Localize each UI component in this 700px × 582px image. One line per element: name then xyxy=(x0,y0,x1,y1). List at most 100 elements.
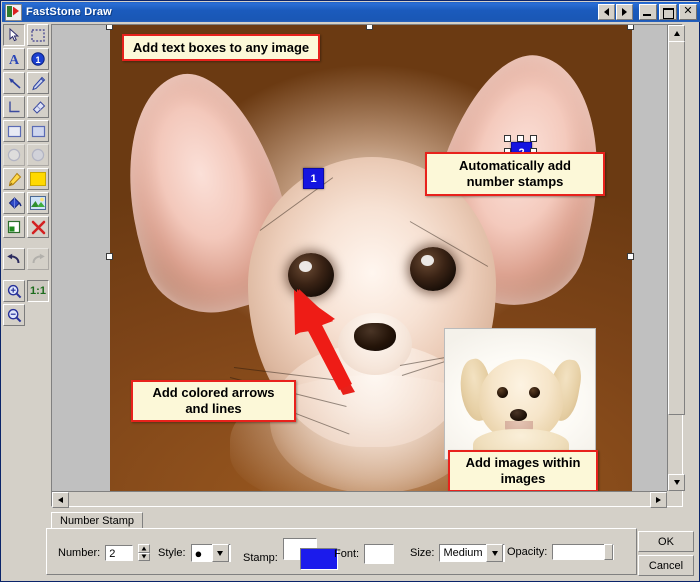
callout-text: Automatically add number stamps xyxy=(459,158,571,189)
image-handle-w[interactable] xyxy=(106,253,113,260)
opacity-field-group: Opacity: xyxy=(507,544,615,560)
redo-icon[interactable] xyxy=(27,248,49,270)
eraser-tool-icon[interactable] xyxy=(27,96,49,118)
opacity-slider-knob[interactable] xyxy=(604,544,614,560)
style-field-group: Style: ● xyxy=(158,544,231,562)
highlighter-tool-icon[interactable] xyxy=(3,168,25,190)
tab-number-stamp[interactable]: Number Stamp xyxy=(51,512,143,529)
chevron-down-icon[interactable] xyxy=(211,544,229,562)
maximize-button[interactable] xyxy=(659,4,677,20)
undo-icon[interactable] xyxy=(3,248,25,270)
actual-size-icon[interactable]: 1:1 xyxy=(27,280,49,302)
svg-text:A: A xyxy=(9,53,20,66)
stamp-value: 1 xyxy=(310,172,317,185)
embedded-image[interactable] xyxy=(444,328,596,460)
size-value: Medium xyxy=(443,547,483,559)
image-handle-ne[interactable] xyxy=(627,25,634,30)
style-value: ● xyxy=(194,545,203,561)
horizontal-scrollbar[interactable] xyxy=(52,491,667,508)
callout-text: Add text boxes to any image xyxy=(132,39,310,55)
actual-size-label: 1:1 xyxy=(30,285,46,297)
callout-images[interactable]: Add images within images xyxy=(448,450,598,491)
cancel-button[interactable]: Cancel xyxy=(638,555,694,576)
next-image-button[interactable] xyxy=(616,4,633,20)
fill-color-icon[interactable] xyxy=(27,168,49,190)
insert-image-icon[interactable] xyxy=(27,192,49,214)
fox-eye-right xyxy=(410,247,456,291)
vertical-scroll-thumb[interactable] xyxy=(668,41,685,415)
style-dropdown[interactable]: ● xyxy=(190,544,231,562)
canvas-viewport[interactable]: 1 2 Add text boxes to any image xyxy=(52,25,667,491)
select-pointer-icon[interactable] xyxy=(3,24,25,46)
marquee-select-icon[interactable] xyxy=(27,24,49,46)
number-stamp-1[interactable]: 1 xyxy=(303,168,324,189)
puppy-nose xyxy=(510,409,527,421)
stamp-label: Stamp: xyxy=(243,552,278,564)
font-label: Font: xyxy=(334,548,360,560)
resize-handle-ne[interactable] xyxy=(530,135,537,142)
style-label: Style: xyxy=(158,547,186,559)
line-tool-icon[interactable] xyxy=(3,96,25,118)
window-buttons: ✕ xyxy=(639,4,697,20)
resize-handle-n[interactable] xyxy=(517,135,524,142)
callout-text-boxes[interactable]: Add text boxes to any image xyxy=(122,34,320,61)
tab-strip: Number Stamp xyxy=(51,512,637,529)
puppy-eye-right xyxy=(529,387,540,398)
faststone-draw-window: FastStone Draw ✕ A 1 1:1 1 Add text boxe… xyxy=(0,0,700,582)
size-label: Size: xyxy=(410,547,435,559)
number-spinner[interactable] xyxy=(138,544,151,561)
callout-text: Add colored arrows and lines xyxy=(152,385,275,416)
scroll-up-button[interactable] xyxy=(668,25,685,42)
stamp-fill-color-swatch[interactable] xyxy=(299,548,338,570)
resize-handle-nw[interactable] xyxy=(504,135,511,142)
callout-number-stamps[interactable]: Automatically add number stamps xyxy=(425,152,605,196)
stamp-color-group: Stamp: xyxy=(243,538,338,572)
scroll-down-button[interactable] xyxy=(668,474,685,491)
canvas-area[interactable]: 1 2 Add text boxes to any image xyxy=(51,24,685,508)
font-field-group: Font: xyxy=(334,544,395,564)
scrollbar-corner xyxy=(667,491,682,506)
paint-bucket-icon[interactable] xyxy=(3,192,25,214)
title-bar: FastStone Draw ✕ xyxy=(2,2,700,22)
opacity-label: Opacity: xyxy=(507,546,548,558)
vertical-scrollbar[interactable] xyxy=(667,25,685,491)
pencil-tool-icon[interactable] xyxy=(27,72,49,94)
rectangle-tool-icon[interactable] xyxy=(3,120,25,142)
app-icon xyxy=(5,3,22,21)
scroll-left-button[interactable] xyxy=(52,492,69,508)
delete-icon[interactable] xyxy=(27,216,49,238)
svg-text:1: 1 xyxy=(35,55,40,65)
number-stamp-icon[interactable]: 1 xyxy=(27,48,49,70)
arrow-tool-icon[interactable] xyxy=(3,72,25,94)
previous-image-button[interactable] xyxy=(598,4,615,20)
puppy-eye-left xyxy=(497,387,508,398)
image-handle-n[interactable] xyxy=(366,25,373,30)
size-dropdown[interactable]: Medium xyxy=(439,544,506,562)
nav-buttons xyxy=(598,4,633,20)
image-handle-e[interactable] xyxy=(627,253,634,260)
chevron-down-icon[interactable] xyxy=(486,544,504,562)
callout-arrows[interactable]: Add colored arrows and lines xyxy=(131,380,296,422)
size-field-group: Size: Medium xyxy=(410,544,506,562)
zoom-out-icon[interactable] xyxy=(3,304,25,326)
filled-rectangle-tool-icon[interactable] xyxy=(27,120,49,142)
crop-icon[interactable] xyxy=(3,216,25,238)
minimize-button[interactable] xyxy=(639,4,657,20)
ellipse-tool-icon[interactable] xyxy=(3,144,25,166)
number-label: Number: xyxy=(58,546,101,559)
callout-text: Add images within images xyxy=(465,455,581,486)
font-color-swatch[interactable] xyxy=(364,544,395,564)
opacity-slider[interactable] xyxy=(552,544,615,560)
number-stamp-properties: Number: 2 Style: ● Stamp: Font: Size: Me… xyxy=(46,528,637,575)
zoom-in-icon[interactable] xyxy=(3,280,25,302)
ok-button[interactable]: OK xyxy=(638,531,694,552)
window-title: FastStone Draw xyxy=(26,6,112,18)
close-button[interactable]: ✕ xyxy=(679,4,697,20)
image-handle-nw[interactable] xyxy=(106,25,113,30)
scroll-right-button[interactable] xyxy=(650,492,667,508)
tool-palette: A 1 1:1 xyxy=(3,24,49,507)
number-field-group: Number: 2 xyxy=(58,544,151,561)
text-tool-icon[interactable]: A xyxy=(3,48,25,70)
number-input[interactable]: 2 xyxy=(105,544,134,561)
filled-ellipse-tool-icon[interactable] xyxy=(27,144,49,166)
